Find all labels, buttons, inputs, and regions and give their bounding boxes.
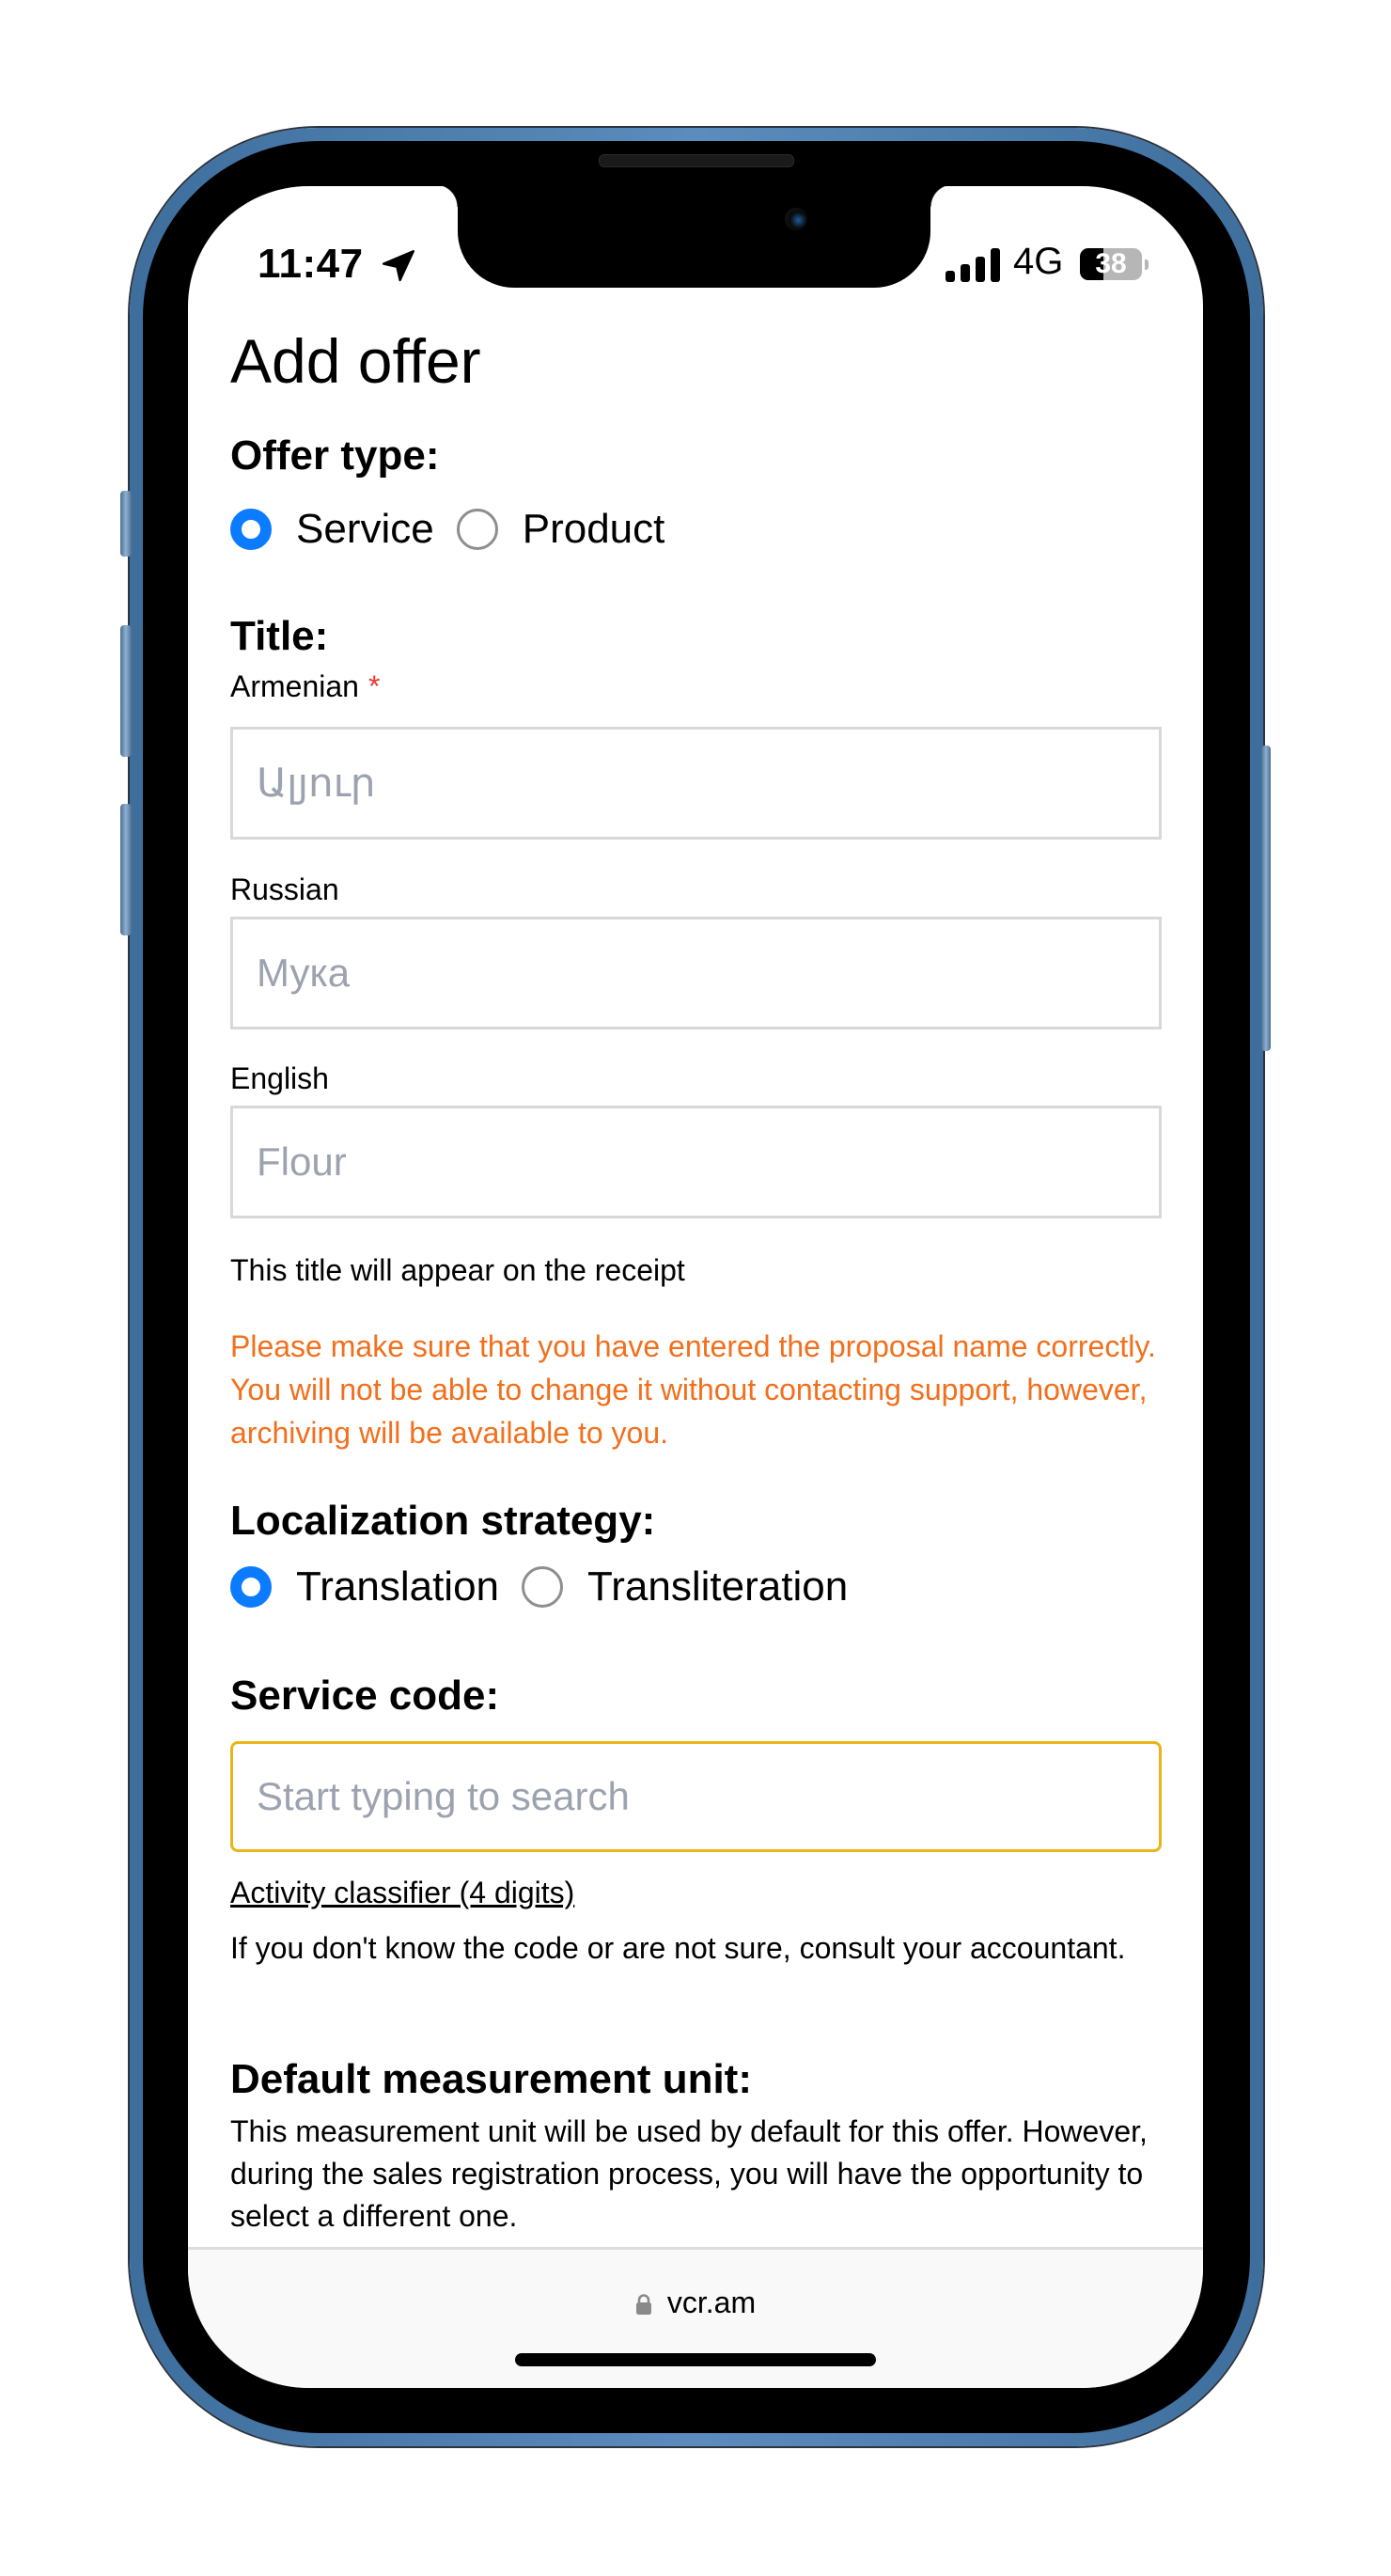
earpiece-speaker [599, 154, 794, 167]
url-display[interactable]: vcr.am [188, 2285, 1203, 2320]
armenian-title-input[interactable] [230, 727, 1162, 840]
network-type: 4G [1013, 241, 1064, 282]
localization-heading: Localization strategy: [230, 1498, 656, 1544]
armenian-label: Armenian * [230, 669, 380, 704]
required-mark: * [367, 669, 381, 703]
service-code-heading: Service code: [230, 1673, 500, 1719]
radio-transliteration-label[interactable]: Transliteration [587, 1563, 848, 1610]
radio-translation-label[interactable]: Translation [296, 1563, 499, 1610]
service-code-help: If you don't know the code or are not su… [230, 1931, 1126, 1965]
radio-translation[interactable] [230, 1566, 272, 1608]
offer-type-heading: Offer type: [230, 432, 440, 479]
english-label: English [230, 1061, 329, 1095]
title-warning: Please make sure that you have entered t… [230, 1329, 1156, 1450]
signal-bars-icon [946, 248, 1000, 282]
english-title-input[interactable] [230, 1106, 1162, 1218]
russian-title-input[interactable] [230, 917, 1162, 1029]
service-code-search-input[interactable] [230, 1741, 1162, 1852]
notch [435, 186, 953, 288]
activity-classifier-link[interactable]: Activity classifier (4 digits) [230, 1876, 574, 1910]
armenian-label-text: Armenian [230, 669, 359, 703]
front-camera-icon [785, 208, 807, 230]
browser-address-bar[interactable]: vcr.am [188, 2247, 1203, 2388]
battery-tip [1145, 259, 1149, 270]
russian-label: Russian [230, 872, 339, 906]
radio-transliteration[interactable] [522, 1566, 564, 1608]
title-heading: Title: [230, 613, 329, 659]
radio-service-label[interactable]: Service [296, 506, 434, 553]
radio-product[interactable] [456, 509, 498, 550]
measurement-description: This measurement unit will be used by de… [230, 2114, 1148, 2233]
measurement-heading: Default measurement unit: [230, 2056, 752, 2102]
battery-percent: 38 [1095, 248, 1127, 279]
power-button [1261, 746, 1271, 1051]
silent-switch [120, 491, 132, 557]
localization-radio-group: Translation Transliteration [230, 1563, 870, 1610]
location-arrow-icon [382, 249, 415, 282]
volume-up-button [120, 625, 132, 757]
page-title: Add offer [230, 326, 481, 396]
offer-type-radio-group: Service Product [230, 506, 687, 553]
screen: 11:47 4G 38 Add offer Offer type: Servic… [188, 186, 1203, 2388]
volume-down-button [120, 804, 132, 935]
radio-product-label[interactable]: Product [523, 506, 665, 553]
radio-service[interactable] [230, 509, 272, 550]
home-indicator[interactable] [515, 2353, 876, 2366]
title-hint: This title will appear on the receipt [230, 1253, 685, 1287]
lock-icon [635, 2294, 651, 2315]
url-text: vcr.am [666, 2285, 757, 2319]
status-time: 11:47 [258, 241, 364, 287]
battery-icon: 38 [1080, 248, 1142, 280]
